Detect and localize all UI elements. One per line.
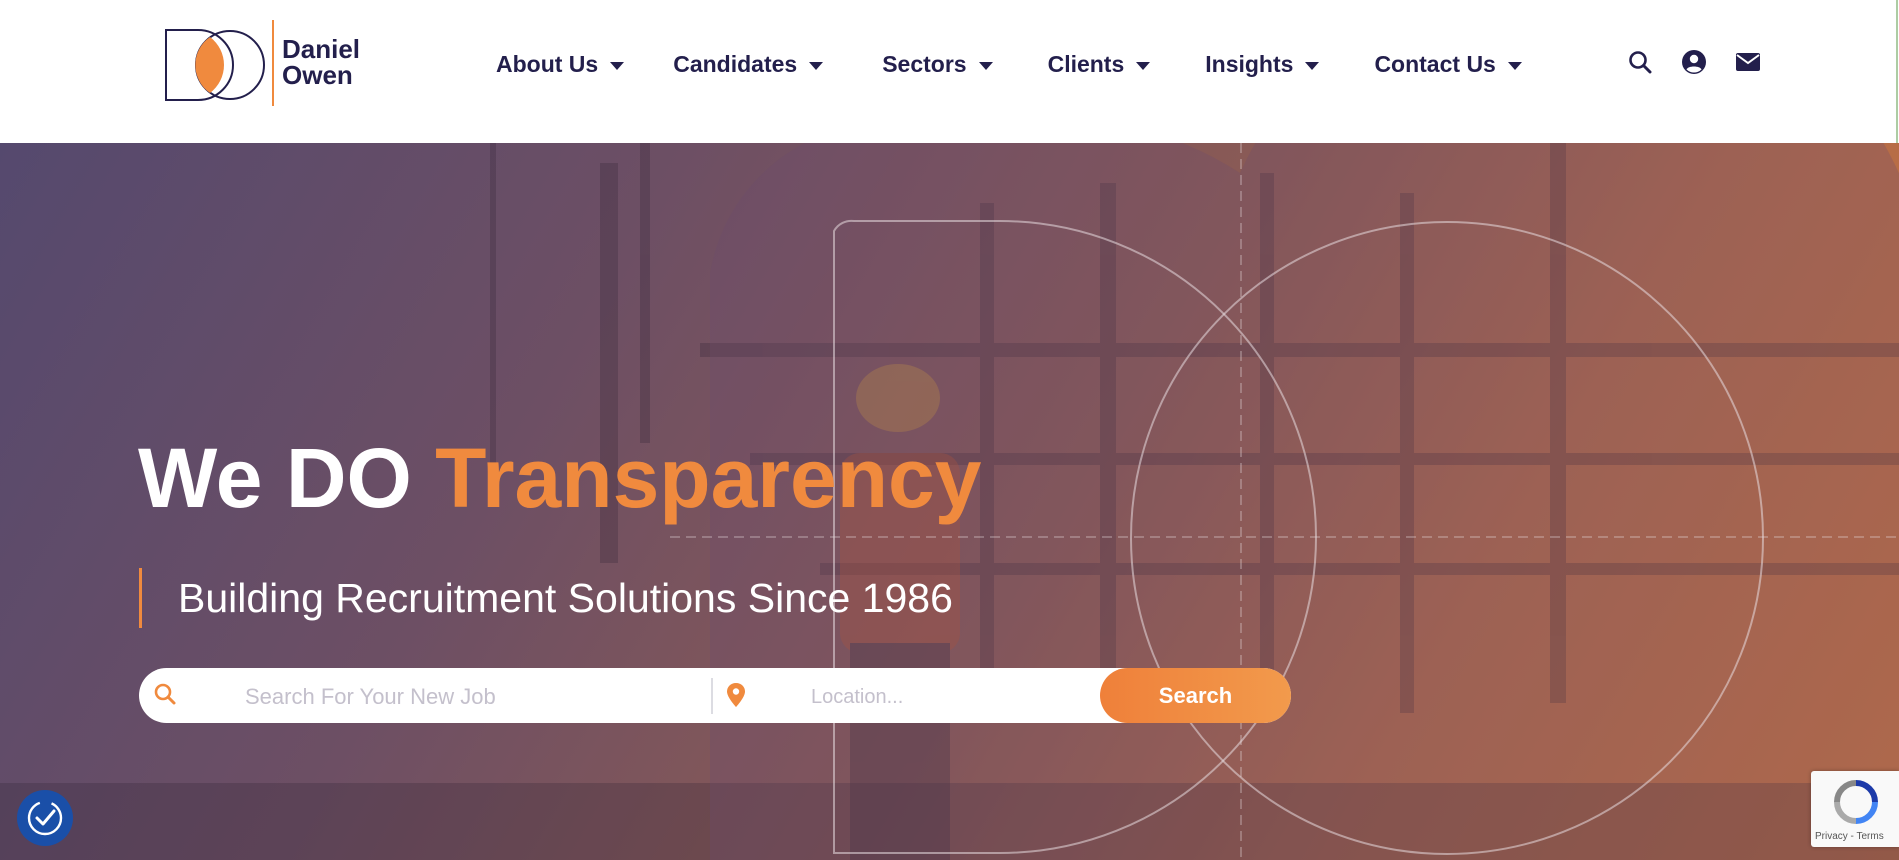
hero-banner: We DO Transparency Building Recruitment … <box>0 143 1899 860</box>
hero-headline: We DO Transparency <box>138 428 981 528</box>
user-icon[interactable] <box>1680 48 1708 76</box>
nav-about-us[interactable]: About Us <box>496 46 625 82</box>
logo-line-1: Daniel <box>282 34 361 64</box>
nav-candidates[interactable]: Candidates <box>673 46 824 82</box>
edge-line <box>1896 0 1898 143</box>
caret-down-icon <box>978 61 993 70</box>
headline-orange: Transparency <box>435 431 982 525</box>
nav-contact-us[interactable]: Contact Us <box>1374 46 1522 82</box>
caret-down-icon <box>1305 61 1320 70</box>
nav-label: Insights <box>1205 50 1294 77</box>
nav-clients[interactable]: Clients <box>1048 46 1151 82</box>
search-button[interactable]: Search <box>1100 668 1291 723</box>
nav-insights[interactable]: Insights <box>1205 46 1320 82</box>
map-pin-icon <box>727 683 745 707</box>
recaptcha-badge[interactable]: Privacy - Terms <box>1811 771 1899 847</box>
caret-down-icon <box>1507 61 1522 70</box>
caret-down-icon <box>610 61 625 70</box>
nav-label: Contact Us <box>1374 50 1496 77</box>
recaptcha-icon <box>1834 780 1878 824</box>
accessibility-button[interactable] <box>17 790 73 846</box>
site-header: Daniel Owen About Us Candidates Sectors … <box>0 0 1899 143</box>
main-nav: About Us Candidates Sectors Clients Insi… <box>496 46 1522 82</box>
nav-label: Sectors <box>882 50 967 77</box>
nav-label: Clients <box>1047 50 1125 77</box>
daniel-owen-logo[interactable]: Daniel Owen <box>164 20 364 108</box>
nav-label: About Us <box>496 50 599 77</box>
recaptcha-links[interactable]: Privacy - Terms <box>1815 831 1884 842</box>
nav-sectors[interactable]: Sectors <box>882 46 993 82</box>
caret-down-icon <box>809 61 824 70</box>
logo-line-2: Owen <box>282 60 353 90</box>
caret-down-icon <box>1136 61 1151 70</box>
headline-white: We DO <box>138 431 412 525</box>
hero-subtitle: Building Recruitment Solutions Since 198… <box>139 568 953 628</box>
nav-label: Candidates <box>673 50 798 77</box>
envelope-icon[interactable] <box>1734 48 1762 76</box>
accessibility-icon <box>27 800 63 836</box>
logo-wordmark: Daniel Owen <box>282 36 360 88</box>
search-divider <box>711 678 713 714</box>
header-tools <box>1626 48 1788 76</box>
logo-divider <box>272 20 274 106</box>
job-search-bar: Search <box>139 668 1291 723</box>
logo-mark-icon <box>165 29 265 101</box>
search-icon[interactable] <box>1626 48 1654 76</box>
search-icon <box>154 683 176 705</box>
